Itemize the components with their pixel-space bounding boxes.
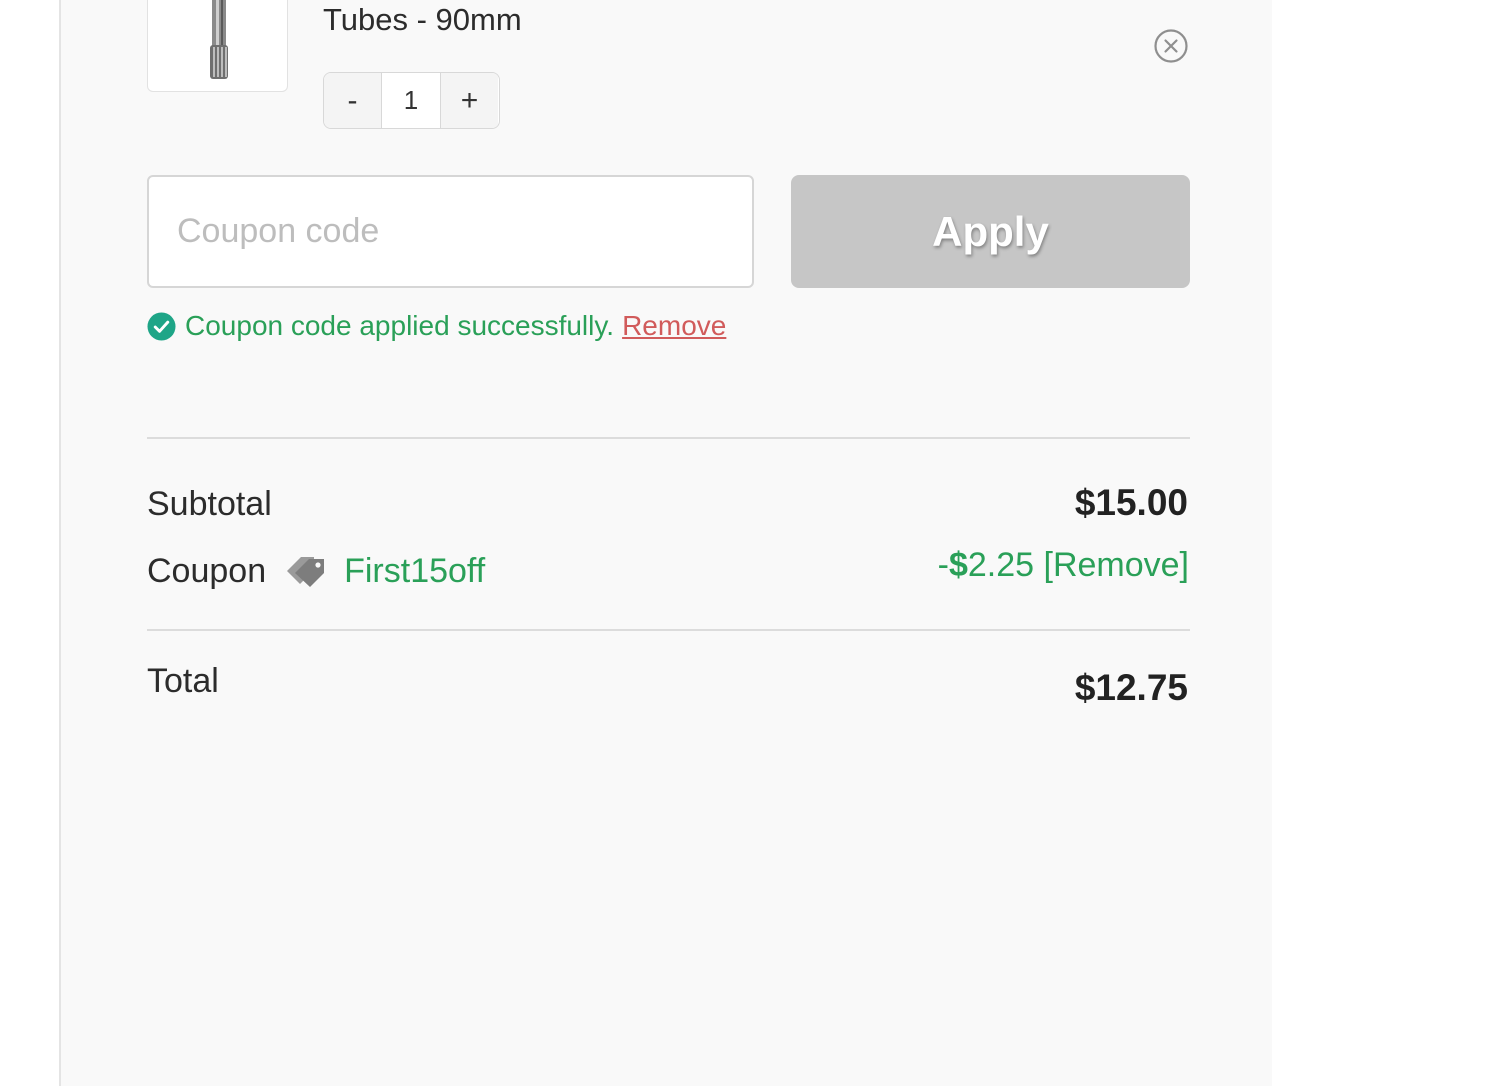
product-thumbnail[interactable] <box>147 0 288 92</box>
coupon-row: Coupon First15off <box>147 548 485 594</box>
subtotal-value: $15.00 <box>1074 482 1188 523</box>
coupon-label: Coupon <box>147 551 267 590</box>
discount-sign: - <box>937 546 949 584</box>
coupon-code: First15off <box>344 551 486 590</box>
total-value: $12.75 <box>1074 667 1188 708</box>
discount-currency: $ <box>948 546 968 584</box>
total-label: Total <box>147 662 219 700</box>
discount-value: 2.25 <box>967 546 1035 584</box>
remove-discount-link[interactable]: [Remove] <box>1044 546 1190 584</box>
divider <box>147 437 1190 439</box>
coupon-code-input[interactable] <box>147 175 754 288</box>
close-circle-icon <box>1154 29 1188 63</box>
remove-item-button[interactable] <box>1153 28 1189 64</box>
subtotal-label: Subtotal <box>147 485 272 523</box>
quantity-value[interactable]: 1 <box>381 73 441 128</box>
product-name[interactable]: Tubes - 90mm <box>323 2 522 38</box>
tag-icon <box>287 557 325 587</box>
remove-coupon-link[interactable]: Remove <box>622 310 726 342</box>
check-circle-icon <box>147 311 176 341</box>
coupon-success-message: Coupon code applied successfully. Remove <box>147 308 726 344</box>
increment-button[interactable]: + <box>441 73 498 128</box>
divider <box>147 629 1190 631</box>
cart-panel: Tubes - 90mm - 1 + Apply Coupon code app… <box>59 0 1272 1086</box>
product-image <box>210 0 228 79</box>
decrement-button[interactable]: - <box>324 73 381 128</box>
apply-coupon-button[interactable]: Apply <box>791 175 1190 288</box>
success-text: Coupon code applied successfully. <box>185 310 615 341</box>
discount-amount: -$2.25 [Remove] <box>938 546 1189 585</box>
quantity-stepper: - 1 + <box>323 72 500 129</box>
